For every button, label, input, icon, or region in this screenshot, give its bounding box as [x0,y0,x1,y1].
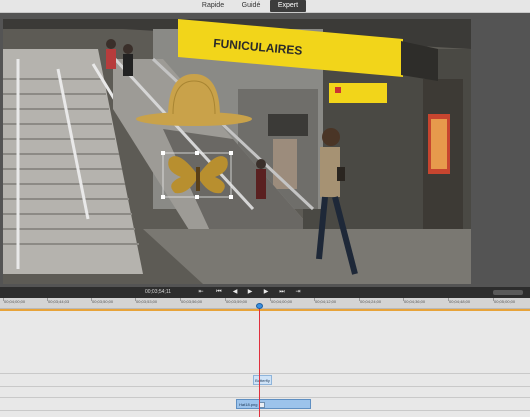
ruler-tick: 00;03;44;03 [48,299,70,304]
video-editor-window: Rapide Guidé Expert FUNICULAIRES 00;03;5… [0,0,530,417]
playhead-line[interactable] [259,305,260,417]
ruler-tick: 00;04;00;00 [4,299,26,304]
ruler-tick: 00;03;53;00 [136,299,158,304]
mode-bar: Rapide Guidé Expert [0,0,530,13]
clip-butterfly[interactable]: Butterfly [253,375,272,385]
go-to-end-icon[interactable]: ⇥ [294,289,302,296]
tab-rapide[interactable]: Rapide [196,0,230,12]
ruler-tick: 00;03;56;00 [181,299,203,304]
ruler-tick: 00;04;12;00 [315,299,337,304]
go-to-start-icon[interactable]: ⇤ [197,289,205,296]
ruler-tick: 00;04;36;00 [404,299,426,304]
zoom-scrollbar[interactable] [493,290,523,295]
play-icon[interactable]: ▶ [246,289,254,296]
next-edit-icon[interactable]: ⏭ [278,289,286,296]
fx-icon[interactable] [259,401,266,408]
previous-edit-icon[interactable]: ⏮ [215,289,223,296]
time-ruler[interactable]: 00;04;00;00 00;03;44;03 00;03;50;00 00;0… [0,298,530,309]
step-forward-icon[interactable]: ▶ [262,289,270,296]
ruler-tick: 00;04;24;00 [360,299,382,304]
timeline-tracks: Butterfly Hat18.png [0,311,530,417]
ruler-tick: 00;03;59;00 [226,299,248,304]
ruler-tick: 00;03;50;00 [92,299,114,304]
tab-guide[interactable]: Guidé [234,0,268,12]
playhead-handle[interactable] [256,303,263,309]
timecode-display: 00;03;54;11 [144,289,172,295]
transport-bar: 00;03;54;11 ⇤ ⏮ ◀ ▶ ▶ ⏭ ⇥ [0,287,530,298]
monitor-panel: FUNICULAIRES [0,13,530,287]
clip-label: Hat18.png [239,402,258,407]
tab-expert[interactable]: Expert [270,0,306,12]
video-frame: FUNICULAIRES [3,19,471,284]
ruler-tick: 00;04;48;00 [449,299,471,304]
clip-label: Butterfly [255,378,270,383]
ruler-tick: 00;04;00;00 [271,299,293,304]
clip-hat[interactable]: Hat18.png [236,399,311,409]
step-back-icon[interactable]: ◀ [231,289,239,296]
ruler-tick: 00;05;00;00 [494,299,516,304]
video-preview[interactable]: FUNICULAIRES [3,19,471,284]
